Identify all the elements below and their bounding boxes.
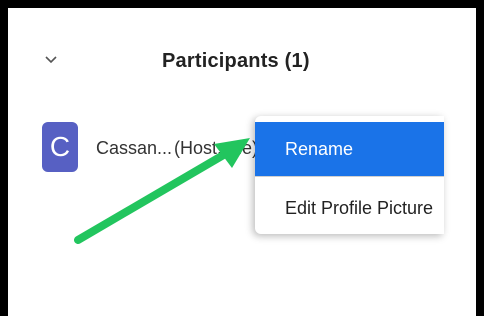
panel-title: Participants (1) [162, 50, 310, 72]
menu-item-label: Rename [285, 138, 354, 159]
menu-item-edit-profile-picture[interactable]: Edit Profile Picture [255, 182, 444, 234]
collapse-button[interactable] [42, 54, 60, 68]
avatar-letter: C [49, 131, 71, 162]
participant-row[interactable]: C Cassan... (Host, me) [40, 122, 270, 176]
avatar: C [42, 122, 78, 172]
context-menu: Rename Edit Profile Picture [255, 116, 444, 234]
menu-item-rename[interactable]: Rename [255, 122, 444, 176]
participant-role: (Host, me) [174, 138, 259, 158]
menu-item-label: Edit Profile Picture [285, 197, 434, 218]
menu-divider [255, 176, 444, 177]
chevron-down-icon [44, 52, 58, 70]
participant-name: Cassan... [96, 138, 173, 158]
